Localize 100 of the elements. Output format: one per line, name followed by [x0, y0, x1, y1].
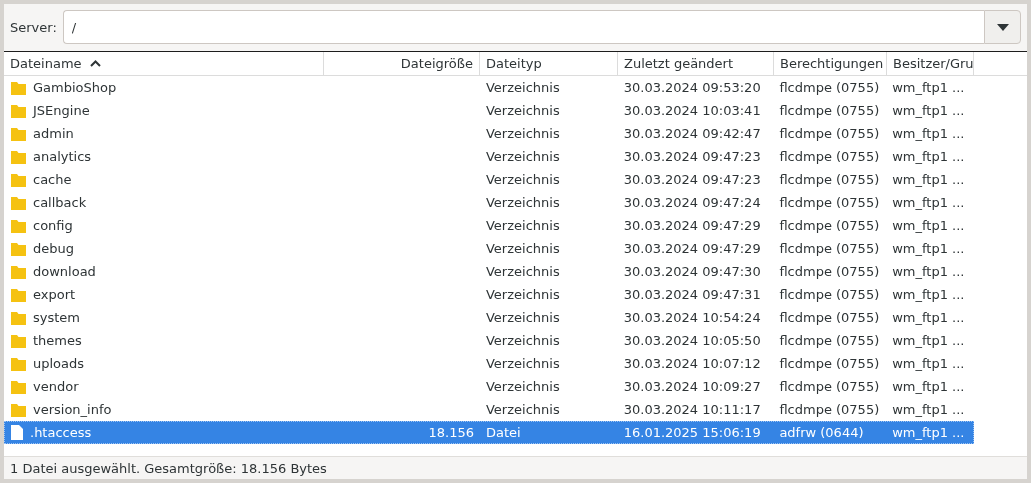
table-cell: 30.03.2024 09:42:47 — [623, 126, 761, 141]
table-cell: 30.03.2024 09:47:30 — [623, 264, 761, 279]
table-cell: flcdmpe (0755) — [779, 402, 880, 417]
folder-icon — [11, 172, 26, 187]
table-cell: 16.01.2025 15:06:19 — [623, 425, 761, 440]
dropdown-button[interactable] — [984, 10, 1021, 44]
table-cell: Verzeichnis — [486, 172, 560, 187]
sort-chevron-icon — [89, 60, 101, 67]
table-cell: Verzeichnis — [486, 218, 560, 233]
table-cell: Verzeichnis — [486, 80, 560, 95]
file-name: uploads — [33, 356, 85, 371]
file-row[interactable]: vendor Verzeichnis 30.03.2024 10:09:27 flcdmpe (0755) wm_ftp1 ... — [4, 375, 974, 398]
folder-icon — [11, 402, 26, 417]
file-name: vendor — [33, 379, 79, 394]
table-cell: 30.03.2024 10:07:12 — [623, 356, 761, 371]
table-cell: 30.03.2024 09:47:24 — [623, 195, 761, 210]
table-cell: flcdmpe (0755) — [779, 356, 880, 371]
folder-icon — [11, 195, 26, 210]
column-header[interactable]: Besitzer/Gru — [887, 52, 974, 75]
folder-icon — [11, 333, 26, 348]
table-cell: wm_ftp1 ... — [892, 218, 965, 233]
table-cell: Verzeichnis — [486, 310, 560, 325]
server-field[interactable]: / — [62, 10, 984, 44]
file-row[interactable]: analytics Verzeichnis 30.03.2024 09:47:23 flcdmpe (0755) wm_ftp1 ... — [4, 145, 974, 168]
server-label: Server: — [10, 19, 57, 35]
table-cell: flcdmpe (0755) — [779, 149, 880, 164]
table-cell: flcdmpe (0755) — [779, 172, 880, 187]
table-cell: Verzeichnis — [486, 356, 560, 371]
column-header[interactable]: Berechtigungen — [774, 52, 887, 75]
table-cell: flcdmpe (0755) — [779, 195, 880, 210]
table-cell: Verzeichnis — [486, 126, 560, 141]
table-cell: wm_ftp1 ... — [892, 103, 965, 118]
table-cell: wm_ftp1 ... — [892, 264, 965, 279]
column-header[interactable]: Dateiname — [4, 52, 324, 75]
file-name: export — [33, 287, 76, 302]
file-row[interactable]: .htaccess 18.156 Datei 16.01.2025 15:06:19 adfrw (0644) wm_ftp1 ... — [4, 421, 974, 444]
table-cell: flcdmpe (0755) — [779, 379, 880, 394]
folder-icon — [11, 218, 26, 233]
table-cell: wm_ftp1 ... — [892, 310, 965, 325]
file-row[interactable]: config Verzeichnis 30.03.2024 09:47:29 flcdmpe (0755) wm_ftp1 ... — [4, 214, 974, 237]
table-cell: 30.03.2024 10:54:24 — [623, 310, 761, 325]
file-row[interactable]: cache Verzeichnis 30.03.2024 09:47:23 flcdmpe (0755) wm_ftp1 ... — [4, 168, 974, 191]
file-row[interactable]: system Verzeichnis 30.03.2024 10:54:24 flcdmpe (0755) wm_ftp1 ... — [4, 306, 974, 329]
table-cell: Verzeichnis — [486, 103, 560, 118]
file-name: cache — [33, 172, 72, 187]
file-row[interactable]: version_info Verzeichnis 30.03.2024 10:11:17 flcdmpe (0755) wm_ftp1 ... — [4, 398, 974, 421]
table-cell: wm_ftp1 ... — [892, 149, 965, 164]
file-icon — [11, 425, 23, 440]
table-cell: flcdmpe (0755) — [779, 103, 880, 118]
file-name: system — [33, 310, 80, 325]
table-cell: flcdmpe (0755) — [779, 126, 880, 141]
table-cell: 30.03.2024 09:47:29 — [623, 241, 761, 256]
file-name: analytics — [33, 149, 92, 164]
file-row[interactable]: GambioShop Verzeichnis 30.03.2024 09:53:20 flcdmpe (0755) wm_ftp1 ... — [4, 76, 974, 99]
table-cell: Datei — [486, 425, 521, 440]
table-cell: flcdmpe (0755) — [779, 80, 880, 95]
file-row[interactable]: debug Verzeichnis 30.03.2024 09:47:29 flcdmpe (0755) wm_ftp1 ... — [4, 237, 974, 260]
folder-icon — [11, 379, 26, 394]
table-cell: Verzeichnis — [486, 287, 560, 302]
table-cell: Verzeichnis — [486, 379, 560, 394]
table-cell: Verzeichnis — [486, 241, 560, 256]
table-cell: wm_ftp1 ... — [892, 379, 965, 394]
table-cell: Verzeichnis — [486, 402, 560, 417]
file-row[interactable]: callback Verzeichnis 30.03.2024 09:47:24 flcdmpe (0755) wm_ftp1 ... — [4, 191, 974, 214]
file-row[interactable]: themes Verzeichnis 30.03.2024 10:05:50 flcdmpe (0755) wm_ftp1 ... — [4, 329, 974, 352]
table-cell: wm_ftp1 ... — [892, 287, 965, 302]
table-cell: 30.03.2024 10:09:27 — [623, 379, 761, 394]
file-name: themes — [33, 333, 82, 348]
column-header[interactable]: Dateityp — [480, 52, 618, 75]
file-name: .htaccess — [30, 425, 92, 440]
table-cell: wm_ftp1 ... — [892, 80, 965, 95]
file-name: config — [33, 218, 73, 233]
column-header[interactable]: Zuletzt geändert — [618, 52, 774, 75]
file-name: GambioShop — [33, 80, 117, 95]
table-cell: 30.03.2024 09:47:23 — [623, 172, 761, 187]
table-cell: adfrw (0644) — [779, 425, 864, 440]
table-cell: wm_ftp1 ... — [892, 172, 965, 187]
folder-icon — [11, 103, 26, 118]
table-cell: flcdmpe (0755) — [779, 333, 880, 348]
table-cell: Verzeichnis — [486, 333, 560, 348]
file-row[interactable]: uploads Verzeichnis 30.03.2024 10:07:12 flcdmpe (0755) wm_ftp1 ... — [4, 352, 974, 375]
file-row[interactable]: export Verzeichnis 30.03.2024 09:47:31 flcdmpe (0755) wm_ftp1 ... — [4, 283, 974, 306]
table-cell: wm_ftp1 ... — [892, 126, 965, 141]
table-cell: wm_ftp1 ... — [892, 241, 965, 256]
table-cell: Verzeichnis — [486, 149, 560, 164]
table-cell: 30.03.2024 10:05:50 — [623, 333, 761, 348]
file-row[interactable]: download Verzeichnis 30.03.2024 09:47:30 flcdmpe (0755) wm_ftp1 ... — [4, 260, 974, 283]
column-header[interactable]: Dateigröße — [324, 52, 480, 75]
file-name: debug — [33, 241, 74, 256]
table-cell: Verzeichnis — [486, 195, 560, 210]
file-row[interactable]: JSEngine Verzeichnis 30.03.2024 10:03:41 flcdmpe (0755) wm_ftp1 ... — [4, 99, 974, 122]
file-row[interactable]: admin Verzeichnis 30.03.2024 09:42:47 flcdmpe (0755) wm_ftp1 ... — [4, 122, 974, 145]
table-cell: Verzeichnis — [486, 264, 560, 279]
table-cell: wm_ftp1 ... — [892, 356, 965, 371]
table-cell: flcdmpe (0755) — [779, 310, 880, 325]
folder-icon — [11, 80, 26, 95]
table-cell: wm_ftp1 ... — [892, 333, 965, 348]
table-cell: flcdmpe (0755) — [779, 241, 880, 256]
table-cell: 30.03.2024 09:47:23 — [623, 149, 761, 164]
folder-icon — [11, 149, 26, 164]
